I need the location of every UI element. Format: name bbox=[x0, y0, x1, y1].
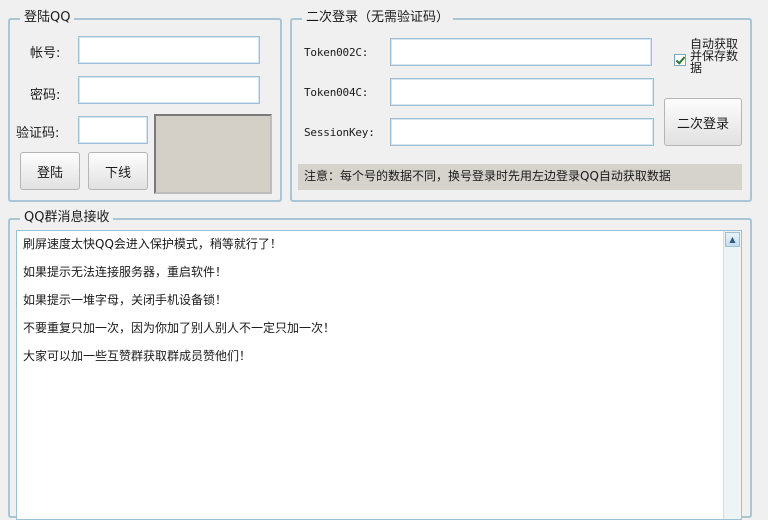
list-item: 不要重复只加一次，因为你加了别人别人不一定只加一次！ bbox=[23, 321, 336, 335]
sessionkey-label: SessionKey: bbox=[304, 126, 375, 139]
relogin-button[interactable]: 二次登录 bbox=[664, 98, 742, 146]
auto-save-checkbox[interactable] bbox=[674, 54, 686, 66]
login-button[interactable]: 登陆 bbox=[20, 152, 80, 190]
password-label: 密码: bbox=[30, 88, 61, 103]
scroll-up-arrow-icon[interactable]: ▲ bbox=[725, 232, 740, 247]
list-item: 刷屏速度太快QQ会进入保护模式，稍等就行了！ bbox=[23, 237, 282, 251]
list-item: 如果提示一堆字母，关闭手机设备锁！ bbox=[23, 293, 228, 307]
list-item: 大家可以加一些互赞群获取群成员赞他们！ bbox=[23, 349, 252, 363]
auto-save-label: 自动获取并保存数据 bbox=[690, 37, 739, 75]
logout-button[interactable]: 下线 bbox=[88, 152, 148, 190]
relogin-group-title: 二次登录（无需验证码） bbox=[302, 10, 454, 26]
sessionkey-input[interactable] bbox=[390, 118, 654, 146]
captcha-image[interactable] bbox=[154, 114, 272, 194]
token002c-input[interactable] bbox=[390, 38, 652, 66]
list-item: 如果提示无法连接服务器，重启软件！ bbox=[23, 265, 228, 279]
login-group-title: 登陆QQ bbox=[20, 10, 75, 26]
token002c-label: Token002C: bbox=[304, 46, 369, 59]
password-input[interactable] bbox=[78, 76, 260, 104]
message-group-title: QQ群消息接收 bbox=[20, 210, 114, 226]
message-log[interactable]: 刷屏速度太快QQ会进入保护模式，稍等就行了！ 如果提示无法连接服务器，重启软件！… bbox=[16, 230, 742, 520]
notice-text: 注意：每个号的数据不同，换号登录时先用左边登录QQ自动获取数据 bbox=[298, 164, 742, 190]
token004c-input[interactable] bbox=[390, 78, 654, 106]
account-input[interactable] bbox=[78, 36, 260, 64]
account-label: 帐号: bbox=[30, 46, 61, 61]
token004c-label: Token004C: bbox=[304, 86, 369, 99]
captcha-input[interactable] bbox=[78, 116, 148, 144]
captcha-label: 验证码: bbox=[16, 126, 60, 141]
vertical-scrollbar[interactable]: ▲ bbox=[723, 231, 741, 519]
